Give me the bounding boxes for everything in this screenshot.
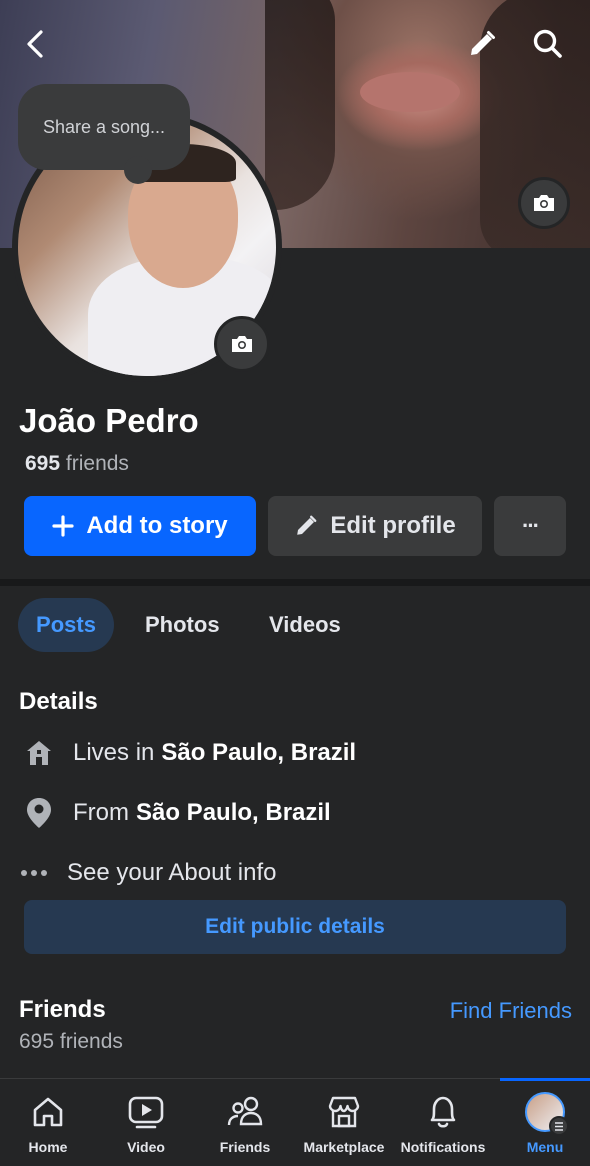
bell-icon — [425, 1093, 461, 1131]
friends-word: friends — [65, 452, 129, 475]
lives-prefix: Lives in — [73, 739, 155, 766]
edit-public-details-button[interactable]: Edit public details — [24, 900, 566, 954]
from-value: São Paulo, Brazil — [136, 799, 331, 826]
detail-lives-in[interactable]: Lives in São Paulo, Brazil — [22, 736, 356, 770]
profile-camera-button[interactable] — [214, 316, 270, 372]
find-friends-link[interactable]: Find Friends — [450, 998, 572, 1024]
nav-home[interactable]: Home — [0, 1079, 96, 1166]
nav-home-label: Home — [28, 1139, 68, 1155]
chevron-left-icon — [27, 30, 43, 58]
friends-icon — [226, 1093, 264, 1131]
friends-number: 695 — [25, 452, 61, 475]
home-icon — [22, 736, 56, 770]
more-options-label: ··· — [522, 513, 540, 538]
friends-title: Friends — [19, 996, 106, 1023]
cover-photo-detail — [265, 0, 335, 210]
section-divider — [0, 579, 590, 586]
menu-avatar — [525, 1092, 569, 1136]
avatar — [525, 1092, 569, 1136]
tab-photos[interactable]: Photos — [145, 598, 220, 652]
video-icon — [127, 1093, 165, 1131]
camera-icon — [534, 195, 554, 211]
edit-public-details-label: Edit public details — [205, 915, 385, 938]
add-to-story-button[interactable]: Add to story — [24, 496, 256, 556]
nav-video[interactable]: Video — [96, 1079, 196, 1166]
edit-cover-button[interactable] — [462, 24, 502, 64]
home-icon — [30, 1093, 66, 1131]
nav-notifications[interactable]: Notifications — [394, 1079, 492, 1166]
more-dots-icon — [20, 856, 48, 890]
friends-subtitle: 695 friends — [19, 1030, 123, 1053]
back-button[interactable] — [16, 24, 56, 64]
profile-name: João Pedro — [19, 402, 199, 439]
nav-marketplace-label: Marketplace — [303, 1139, 385, 1155]
camera-icon — [232, 336, 252, 352]
cover-photo-detail — [360, 72, 460, 112]
share-song-bubble[interactable]: Share a song... — [18, 84, 190, 184]
pencil-icon — [471, 31, 495, 55]
nav-menu[interactable]: Menu — [500, 1078, 590, 1166]
nav-video-label: Video — [127, 1139, 165, 1155]
bottom-navigation: Home Video Friends Marketplace Notificat… — [0, 1078, 590, 1166]
location-pin-icon — [22, 796, 56, 830]
nav-friends[interactable]: Friends — [196, 1079, 294, 1166]
detail-from[interactable]: From São Paulo, Brazil — [22, 796, 331, 830]
lives-value: São Paulo, Brazil — [161, 739, 357, 766]
add-to-story-label: Add to story — [86, 512, 228, 539]
edit-profile-button[interactable]: Edit profile — [268, 496, 482, 556]
details-title: Details — [19, 688, 98, 715]
menu-badge-icon — [549, 1116, 569, 1136]
tab-posts-label: Posts — [36, 612, 96, 637]
tab-videos[interactable]: Videos — [269, 598, 341, 652]
friends-count[interactable]: 695 friends — [25, 452, 129, 476]
about-info-label: See your About info — [67, 859, 277, 886]
cover-camera-button[interactable] — [518, 177, 570, 229]
tab-photos-label: Photos — [145, 612, 220, 637]
pencil-icon — [297, 515, 317, 535]
nav-marketplace[interactable]: Marketplace — [294, 1079, 394, 1166]
from-prefix: From — [73, 799, 129, 826]
share-song-label: Share a song... — [42, 116, 166, 137]
nav-friends-label: Friends — [219, 1139, 271, 1155]
edit-profile-label: Edit profile — [330, 512, 456, 539]
search-button[interactable] — [528, 24, 568, 64]
nav-notifications-label: Notifications — [400, 1139, 486, 1155]
nav-menu-label: Menu — [526, 1139, 564, 1155]
tab-posts[interactable]: Posts — [18, 598, 114, 652]
marketplace-icon — [325, 1093, 363, 1131]
plus-icon — [52, 515, 74, 537]
more-options-button[interactable]: ··· — [494, 496, 566, 556]
search-icon — [533, 29, 562, 58]
about-info-link[interactable]: See your About info — [20, 856, 276, 890]
tab-videos-label: Videos — [269, 612, 341, 637]
